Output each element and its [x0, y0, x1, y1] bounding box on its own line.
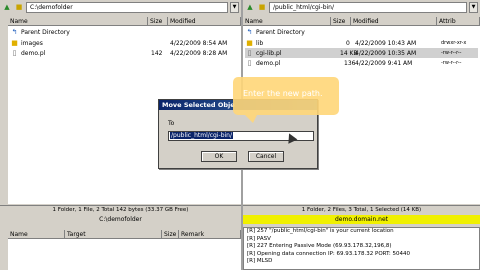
- hint-tooltip: Enter the new path.: [233, 77, 339, 123]
- folder-icon: ■: [246, 39, 253, 47]
- column-target[interactable]: Target: [65, 230, 162, 239]
- log-panel: [R] 257 "/public_html/cgi-bin" is your c…: [243, 227, 480, 270]
- folder-icon: ■: [11, 39, 18, 47]
- chevron-down-icon[interactable]: ▼: [230, 1, 239, 13]
- column-name[interactable]: Name: [243, 17, 331, 26]
- right-file-header: Name Size Modified Attrib: [243, 17, 480, 26]
- log-line: [R] 227 Entering Passive Mode (69.93.178…: [247, 243, 392, 249]
- list-item[interactable]: ↰ Parent Directory: [245, 27, 478, 37]
- file-icon: ▯: [247, 59, 252, 67]
- folder-up-icon[interactable]: ■: [257, 2, 267, 12]
- right-host-bar: demo.domain.net: [243, 215, 480, 224]
- target-path-value: /public_html/cgi-bin/: [170, 132, 234, 139]
- list-item[interactable]: ■ lib 0 4/22/2009 10:43 AM drwxr-xr-x: [245, 38, 478, 48]
- column-name[interactable]: Name: [8, 17, 148, 26]
- cancel-button[interactable]: Cancel: [248, 151, 284, 162]
- ok-button[interactable]: OK: [201, 151, 237, 162]
- folder-up-icon[interactable]: ■: [14, 2, 24, 12]
- file-icon: ▯: [12, 49, 17, 57]
- list-item-selected[interactable]: ▯ cgi-lib.pl 14 KB 4/22/2009 10:35 AM -r…: [245, 48, 478, 58]
- right-toolbar: ▲ ■ /public_html/cgi-bin/ ▼: [243, 0, 480, 14]
- queue-list: [8, 239, 241, 270]
- left-status-bar: 1 Folder, 1 File, 2 Total 142 bytes (33.…: [0, 205, 241, 214]
- log-line: [R] Opening data connection IP: 69.93.17…: [247, 250, 410, 257]
- list-item[interactable]: ▯ demo.pl 136 4/22/2009 9:41 AM -rw-r--r…: [245, 58, 478, 68]
- list-item[interactable]: ■ images 4/22/2009 8:54 AM: [10, 38, 240, 48]
- column-name[interactable]: Name: [8, 230, 65, 239]
- column-remark[interactable]: Remark: [179, 230, 241, 239]
- left-toolbar: ▲ ■ C:\demofolder ▼: [0, 0, 241, 14]
- left-host-bar: C:\demofolder: [0, 215, 241, 224]
- chevron-down-icon[interactable]: ▼: [469, 1, 478, 13]
- column-size[interactable]: Size: [162, 230, 179, 239]
- connect-icon[interactable]: ▲: [2, 2, 12, 12]
- list-item[interactable]: ↰ Parent Directory: [10, 27, 240, 37]
- dialog-label: To: [168, 120, 175, 127]
- left-path-field[interactable]: C:\demofolder: [26, 1, 228, 13]
- list-item[interactable]: ▯ demo.pl 142 4/22/2009 8:28 AM: [10, 48, 240, 58]
- right-status-bar: 1 Folder, 2 Files, 3 Total, 1 Selected (…: [243, 205, 480, 214]
- column-attrib[interactable]: Attrib: [437, 17, 480, 26]
- right-path-field[interactable]: /public_html/cgi-bin/: [269, 1, 467, 13]
- left-file-header: Name Size Modified: [8, 17, 241, 26]
- column-size[interactable]: Size: [331, 17, 351, 26]
- log-line: [R] MLSD: [247, 258, 273, 264]
- file-icon: ▯: [247, 49, 252, 57]
- parent-dir-icon: ↰: [246, 28, 253, 36]
- column-modified[interactable]: Modified: [351, 17, 437, 26]
- log-line: [R] 257 "/public_html/cgi-bin" is your c…: [247, 228, 394, 234]
- column-size[interactable]: Size: [148, 17, 168, 26]
- column-modified[interactable]: Modified: [168, 17, 241, 26]
- log-line: [R] PASV: [247, 235, 271, 242]
- parent-dir-icon: ↰: [11, 28, 18, 36]
- connect-icon[interactable]: ▲: [245, 2, 255, 12]
- queue-header: Name Target Size Remark: [8, 230, 241, 239]
